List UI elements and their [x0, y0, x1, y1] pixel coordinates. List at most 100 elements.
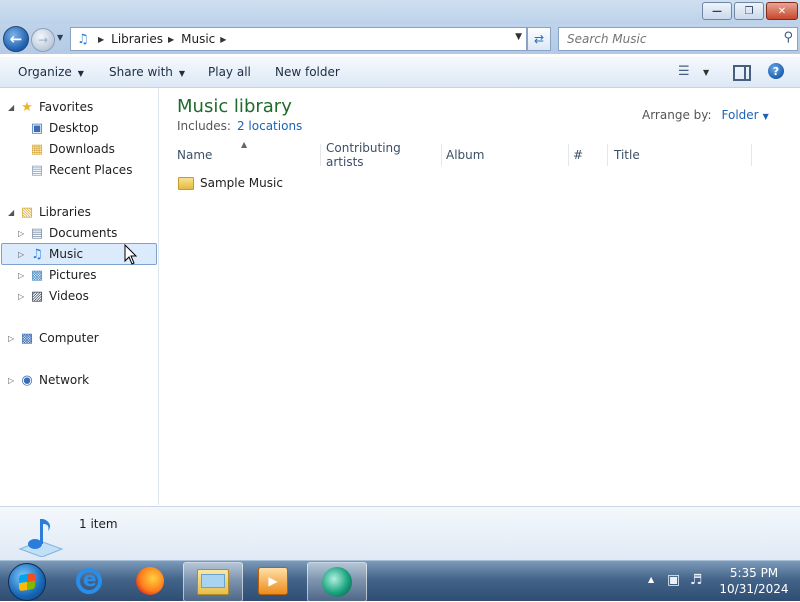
help-icon[interactable]: ?	[768, 63, 784, 79]
back-button[interactable]: ←	[3, 26, 29, 52]
arrange-by-dropdown[interactable]: Folder	[722, 108, 759, 122]
breadcrumb-music[interactable]: Music	[181, 32, 215, 46]
column-divider[interactable]	[441, 144, 442, 166]
column-divider[interactable]	[320, 144, 321, 166]
nav-videos[interactable]: ▷ ▨ Videos	[18, 286, 89, 306]
expand-arrow-icon[interactable]: ▷	[8, 334, 18, 343]
nav-libraries[interactable]: ◢ ▧ Libraries	[8, 202, 91, 222]
command-bar: Organize ▼ Share with ▼ Play all New folde…	[0, 57, 800, 88]
network-icon: ◉	[21, 372, 33, 388]
minimize-button[interactable]: —	[702, 2, 732, 20]
organize-label: Organize	[18, 65, 72, 79]
details-pane: 1 item	[0, 506, 800, 561]
nav-network[interactable]: ▷ ◉ Network	[8, 370, 89, 390]
address-dropdown-icon[interactable]: ▼	[515, 32, 522, 42]
firefox-icon	[136, 567, 164, 595]
clock-time: 5:35 PM	[729, 566, 779, 580]
nav-network-label: Network	[39, 373, 90, 387]
column-header-contributing-artists[interactable]: Contributing artists	[326, 141, 439, 169]
title-bar[interactable]: — ❐ ✕	[0, 0, 800, 24]
network-tray-icon[interactable]: ▣	[667, 572, 680, 588]
expand-arrow-icon[interactable]: ▷	[18, 229, 28, 238]
library-locations-link[interactable]: 2 locations	[237, 119, 302, 133]
preview-pane-icon[interactable]	[733, 65, 751, 81]
internet-explorer-icon	[76, 567, 102, 594]
column-divider[interactable]	[607, 144, 608, 166]
taskbar-app[interactable]	[307, 562, 367, 602]
nav-desktop-label: Desktop	[49, 121, 99, 135]
arrow-left-icon: ←	[9, 30, 23, 48]
search-box: ⚲	[558, 27, 798, 51]
organize-button[interactable]: Organize ▼	[18, 65, 84, 79]
taskbar-media-player[interactable]: ▶	[244, 562, 302, 600]
taskbar: ▶ ▲ ▣ ♬ 5:35 PM 10/31/2024	[0, 560, 800, 602]
new-folder-button[interactable]: New folder	[275, 65, 340, 79]
item-count: 1 item	[79, 517, 118, 531]
collapse-arrow-icon[interactable]: ◢	[8, 208, 18, 217]
search-icon[interactable]: ⚲	[783, 30, 793, 45]
clock-date: 10/31/2024	[719, 582, 789, 596]
list-item-name: Sample Music	[200, 176, 283, 190]
breadcrumb-libraries[interactable]: Libraries	[111, 32, 163, 46]
list-item[interactable]: Sample Music	[178, 176, 283, 190]
music-note-icon: ♫	[31, 246, 43, 262]
nav-desktop[interactable]: ▣ Desktop	[28, 118, 99, 138]
recent-pages-dropdown[interactable]: ▼	[57, 33, 63, 42]
column-header-name[interactable]: Name	[177, 144, 320, 166]
share-with-button[interactable]: Share with ▼	[109, 65, 185, 79]
expand-arrow-icon[interactable]: ▷	[8, 376, 18, 385]
library-title: Music library	[177, 96, 292, 117]
downloads-folder-icon: ▦	[30, 141, 44, 157]
share-with-label: Share with	[109, 65, 173, 79]
music-library-icon	[18, 519, 64, 557]
nav-favorites[interactable]: ◢ ★ Favorites	[8, 97, 93, 117]
expand-arrow-icon[interactable]: ▷	[18, 292, 28, 301]
column-divider[interactable]	[568, 144, 569, 166]
arrange-by-label: Arrange by:	[642, 108, 712, 122]
column-header-title[interactable]: Title	[614, 144, 750, 166]
search-input[interactable]	[565, 31, 774, 47]
taskbar-windows-explorer[interactable]	[183, 562, 243, 602]
column-header-album[interactable]: Album	[446, 144, 566, 166]
expand-arrow-icon[interactable]: ▷	[18, 271, 28, 280]
breadcrumb-separator-icon[interactable]: ▶	[220, 35, 226, 44]
start-button[interactable]	[8, 563, 46, 601]
forward-button[interactable]: →	[31, 28, 55, 52]
breadcrumb-separator-icon[interactable]: ▶	[98, 35, 104, 44]
address-bar[interactable]: ♫ ▶ Libraries ▶ Music ▶ ▼	[70, 27, 527, 51]
navigation-pane: ◢ ★ Favorites ▣ Desktop ▦ Downloads ▤ Re…	[0, 88, 159, 505]
nav-music-label: Music	[49, 247, 84, 261]
view-options-dropdown-icon[interactable]: ▼	[703, 68, 709, 77]
column-divider[interactable]	[751, 144, 752, 166]
play-all-button[interactable]: Play all	[208, 65, 251, 79]
nav-downloads[interactable]: ▦ Downloads	[28, 139, 115, 159]
restore-button[interactable]: ❐	[734, 2, 764, 20]
refresh-icon: ⇄	[533, 32, 545, 46]
nav-documents[interactable]: ▷ ▤ Documents	[18, 223, 117, 243]
file-list-pane: Music library Includes: 2 locations Arran…	[160, 88, 800, 505]
change-view-icon[interactable]: ☰	[678, 64, 690, 79]
chevron-down-icon: ▼	[178, 69, 186, 78]
system-clock[interactable]: 5:35 PM 10/31/2024	[712, 565, 796, 597]
documents-icon: ▤	[30, 225, 44, 241]
chevron-down-icon: ▼	[77, 69, 84, 78]
close-icon: ✕	[777, 5, 787, 17]
nav-pictures[interactable]: ▷ ▩ Pictures	[18, 265, 97, 285]
nav-videos-label: Videos	[49, 289, 89, 303]
restore-icon: ❐	[744, 5, 754, 17]
nav-computer[interactable]: ▷ ▩ Computer	[8, 328, 99, 348]
nav-recent-places[interactable]: ▤ Recent Places	[28, 160, 133, 180]
refresh-button[interactable]: ⇄	[527, 27, 551, 51]
breadcrumb-separator-icon[interactable]: ▶	[168, 35, 174, 44]
show-hidden-icons-icon[interactable]: ▲	[648, 575, 654, 584]
chevron-down-icon[interactable]: ▼	[763, 112, 769, 121]
collapse-arrow-icon[interactable]: ◢	[8, 103, 18, 112]
taskbar-internet-explorer[interactable]	[60, 562, 118, 600]
expand-arrow-icon[interactable]: ▷	[18, 250, 28, 259]
volume-icon[interactable]: ♬	[690, 572, 703, 588]
includes-label: Includes:	[177, 119, 231, 133]
column-header-track-number[interactable]: #	[573, 144, 605, 166]
taskbar-firefox[interactable]	[121, 562, 179, 600]
nav-downloads-label: Downloads	[49, 142, 115, 156]
close-button[interactable]: ✕	[766, 2, 798, 20]
